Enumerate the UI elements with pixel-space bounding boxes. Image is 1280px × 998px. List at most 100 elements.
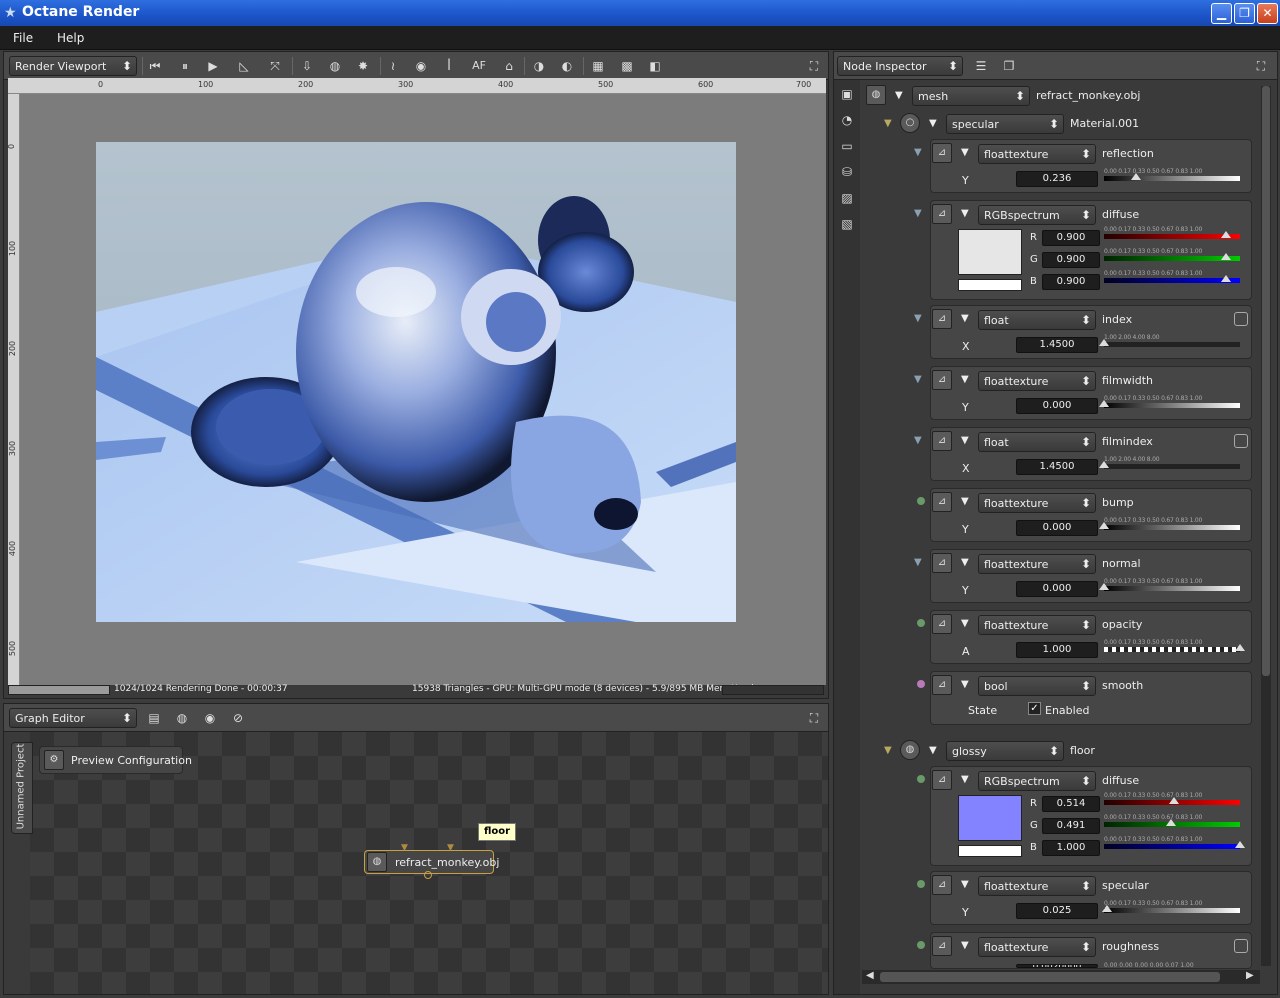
floor-pin-icon[interactable]: ▼ <box>884 745 892 756</box>
value-slider[interactable]: 0.00 0.17 0.33 0.50 0.67 0.83 1.00 <box>1104 639 1245 657</box>
rewind-icon[interactable]: ⏮ <box>146 58 164 74</box>
collapse-pin-icon[interactable]: ▼ <box>961 940 969 951</box>
value-slider[interactable]: 1.00 2.00 4.00 8.00 <box>1099 456 1240 474</box>
scrollbar-thumb[interactable] <box>1262 86 1270 676</box>
collapse-pin-icon[interactable]: ▼ <box>961 496 969 507</box>
menu-file[interactable]: File <box>13 31 33 45</box>
inspector-scrollbar[interactable] <box>1261 86 1271 966</box>
inspector-select[interactable]: Node Inspector <box>837 56 963 76</box>
picture-icon[interactable]: ▨ <box>838 190 856 206</box>
pin-connected-icon[interactable] <box>917 880 925 888</box>
pin-type-select[interactable]: floattexture <box>978 371 1096 391</box>
value-field[interactable]: 0.025 <box>1016 903 1098 919</box>
value-slider[interactable]: 1.00 2.00 4.00 8.00 <box>1099 334 1240 352</box>
graph-material-icon[interactable]: ◍ <box>173 710 191 726</box>
preview-configuration-node[interactable]: ⚙ Preview Configuration <box>39 746 192 774</box>
pin-connected-icon[interactable] <box>917 775 925 783</box>
input-pin-icon[interactable]: ▼ <box>447 843 454 853</box>
color-slider[interactable]: 0.00 0.17 0.33 0.50 0.67 0.83 1.00 <box>1104 836 1245 854</box>
pin-type-select[interactable]: floattexture <box>978 144 1096 164</box>
value-slider[interactable]: 0.00 0.17 0.33 0.50 0.67 0.83 1.00 <box>1099 395 1240 413</box>
value-field[interactable]: 0.236 <box>1016 171 1098 187</box>
pin-arrow-icon[interactable]: ▼ <box>914 208 922 219</box>
close-button[interactable]: ✕ <box>1257 3 1278 24</box>
film-icon[interactable]: ▭ <box>838 138 856 154</box>
pin-type-select[interactable]: floattexture <box>978 876 1096 896</box>
graph-editor-select[interactable]: Graph Editor <box>9 708 137 728</box>
value-slider[interactable]: 0.00 0.17 0.33 0.50 0.67 0.83 1.00 <box>1102 900 1240 918</box>
smooth-checkbox[interactable]: ✓ <box>1028 702 1041 715</box>
value-field[interactable]: 0.000 <box>1016 520 1098 536</box>
pin-arrow-icon[interactable]: ▼ <box>914 313 922 324</box>
color-value-field[interactable]: 0.900 <box>1042 252 1100 268</box>
value-slider[interactable]: 0.00 0.17 0.33 0.50 0.67 0.83 1.00 <box>1099 517 1240 535</box>
af-disabled-icon[interactable]: ≀ <box>384 58 402 74</box>
pin-arrow-icon[interactable]: ▼ <box>914 557 922 568</box>
graph-fullscreen-icon[interactable]: ⛶ <box>805 710 823 726</box>
color-value-field[interactable]: 0.514 <box>1042 796 1100 812</box>
color-slider[interactable]: 0.00 0.17 0.33 0.50 0.67 0.83 1.00 <box>1104 814 1240 832</box>
inspector-fullscreen-icon[interactable]: ⛶ <box>1252 58 1270 74</box>
focus-icon[interactable]: ꟾ <box>440 58 458 74</box>
horizontal-scrollbar[interactable]: ◀ ▶ <box>862 970 1260 984</box>
pin-arrow-icon[interactable]: ▼ <box>914 374 922 385</box>
pin-type-select[interactable]: floattexture <box>978 554 1096 574</box>
pause-icon[interactable]: ⏸ <box>176 58 194 74</box>
value-field[interactable]: 1.4500 <box>1016 337 1098 353</box>
collapse-pin-icon[interactable]: ▼ <box>961 313 969 324</box>
color-value-field[interactable]: 0.491 <box>1042 818 1100 834</box>
pin-type-select[interactable]: floattexture <box>978 937 1096 957</box>
collapse-pin-icon[interactable]: ▼ <box>961 679 969 690</box>
sphere-icon[interactable]: ◉ <box>412 58 430 74</box>
mesh-node[interactable]: ◍ refract_monkey.obj ▼ ▼ <box>364 843 499 879</box>
load-icon[interactable]: ⇩ <box>298 58 316 74</box>
color-slider[interactable]: 0.00 0.17 0.33 0.50 0.67 0.83 1.00 <box>1104 248 1240 266</box>
color-value-field[interactable]: 1.000 <box>1042 840 1100 856</box>
pin-type-select[interactable]: RGBspectrum <box>978 771 1096 791</box>
value-field[interactable]: 0.000 <box>1016 581 1098 597</box>
af-button[interactable]: AF <box>470 58 488 74</box>
collapse-pin-icon[interactable]: ▼ <box>961 374 969 385</box>
pin-connected-icon[interactable] <box>917 680 925 688</box>
material-type-select[interactable]: specular <box>946 114 1064 134</box>
image-icon[interactable]: ▣ <box>838 86 856 102</box>
collapse-pin-icon[interactable]: ▼ <box>961 618 969 629</box>
inspector-list-icon[interactable]: ☰ <box>972 58 990 74</box>
color-slider[interactable]: 0.00 0.17 0.33 0.50 0.67 0.83 1.00 <box>1104 226 1240 244</box>
play-icon[interactable]: ▶ <box>204 58 222 74</box>
maximize-button[interactable]: ❐ <box>1234 3 1255 24</box>
value-slider[interactable]: 0.00 0.17 0.33 0.50 0.67 0.83 1.00 <box>1099 578 1240 596</box>
color-value-field[interactable]: 0.900 <box>1042 274 1100 290</box>
pin-connected-icon[interactable] <box>917 941 925 949</box>
hscroll-thumb[interactable] <box>880 972 1220 982</box>
value-slider[interactable]: 0.00 0.17 0.33 0.50 0.67 0.83 1.00 <box>1104 168 1240 186</box>
texture-icon[interactable]: ▧ <box>838 216 856 232</box>
pin-type-select[interactable]: floattexture <box>978 615 1096 635</box>
pin-type-select[interactable]: float <box>978 310 1096 330</box>
value-field[interactable]: 1.000 <box>1016 642 1098 658</box>
curve-icon[interactable] <box>1234 939 1248 953</box>
collapse-mesh-icon[interactable]: ▼ <box>895 90 903 101</box>
pin-type-select[interactable]: float <box>978 432 1096 452</box>
sun-icon[interactable]: ◑ <box>530 58 548 74</box>
collapse-pin-icon[interactable]: ▼ <box>961 208 969 219</box>
project-tab[interactable]: Unnamed Project <box>11 742 33 834</box>
collapse-pin-icon[interactable]: ▼ <box>961 774 969 785</box>
input-pin-icon[interactable]: ▼ <box>401 843 408 853</box>
value-field[interactable]: 0.0020000 <box>1016 964 1098 968</box>
graph-delete-icon[interactable]: ⊘ <box>229 710 247 726</box>
inspector-copy-icon[interactable]: ❐ <box>1000 58 1018 74</box>
color-swatch[interactable] <box>958 229 1022 275</box>
viewport-select[interactable]: Render Viewport <box>9 56 137 76</box>
pin-type-select[interactable]: RGBspectrum <box>978 205 1096 225</box>
database-icon[interactable]: ⛁ <box>838 164 856 180</box>
value-field[interactable]: 1.4500 <box>1016 459 1098 475</box>
grid-icon[interactable]: ▦ <box>589 58 607 74</box>
pin-type-select[interactable]: bool <box>978 676 1096 696</box>
minimize-button[interactable]: ▁ <box>1211 3 1232 24</box>
material-picker-icon[interactable]: ◍ <box>326 58 344 74</box>
curve-icon[interactable] <box>1234 312 1248 326</box>
collapse-pin-icon[interactable]: ▼ <box>961 147 969 158</box>
pin-type-select[interactable]: floattexture <box>978 493 1096 513</box>
fullscreen-icon[interactable]: ⛶ <box>805 58 823 74</box>
